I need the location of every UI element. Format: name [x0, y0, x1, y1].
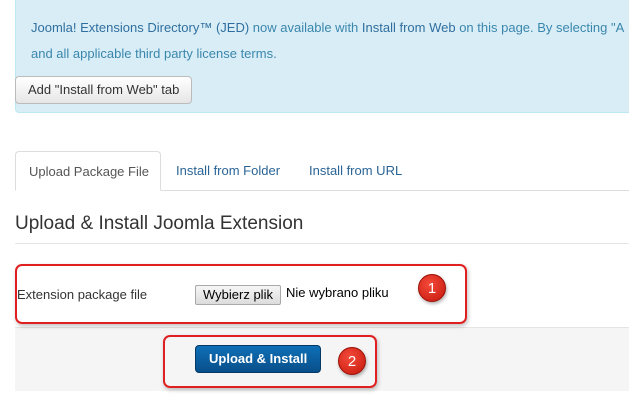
- section-divider: [15, 243, 629, 244]
- add-install-from-web-tab-button[interactable]: Add "Install from Web" tab: [15, 76, 193, 104]
- install-from-web-link[interactable]: Install from Web: [362, 20, 456, 35]
- tab-install-from-folder[interactable]: Install from Folder: [163, 151, 293, 190]
- tab-install-from-url[interactable]: Install from URL: [296, 151, 415, 190]
- annotation-box-1: [15, 264, 467, 324]
- tab-upload-package-file[interactable]: Upload Package File: [15, 151, 161, 191]
- annotation-badge-2: 2: [338, 347, 366, 375]
- alert-text-end: on this page. By selecting "A: [455, 20, 625, 35]
- annotation-badge-1: 1: [418, 274, 446, 302]
- alert-message-line2: and all applicable third party license t…: [31, 46, 277, 61]
- alert-text-mid: now available with: [249, 20, 362, 35]
- jed-link[interactable]: Joomla! Extensions Directory™ (JED): [31, 20, 249, 35]
- alert-message-line1: Joomla! Extensions Directory™ (JED) now …: [31, 20, 624, 35]
- section-title: Upload & Install Joomla Extension: [15, 213, 304, 234]
- installer-tabs: Upload Package File Install from Folder …: [15, 151, 629, 191]
- installer-page: Joomla! Extensions Directory™ (JED) now …: [0, 0, 629, 402]
